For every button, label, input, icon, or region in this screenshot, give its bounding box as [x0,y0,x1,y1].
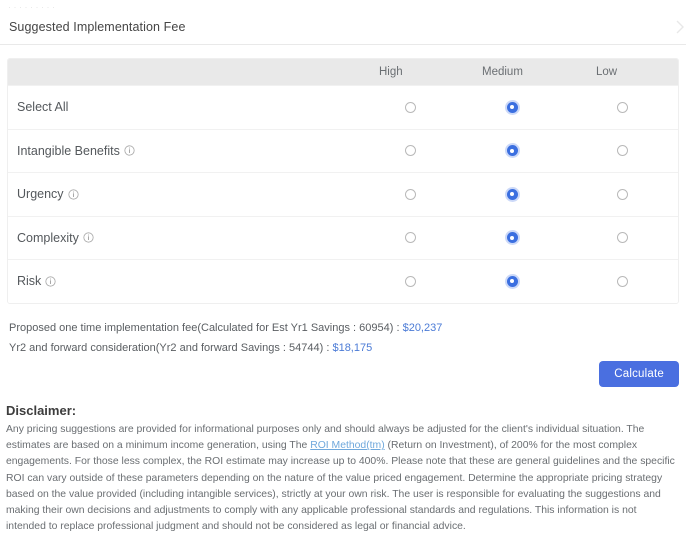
row-label-intangible-benefits: Intangible Benefits [8,144,360,158]
info-icon[interactable] [45,276,56,287]
radio-complexity-high[interactable] [404,232,416,244]
radio-risk-medium[interactable] [506,275,518,287]
disclaimer-text-part2: (Return on Investment), of 200% for the … [6,440,675,533]
info-icon[interactable] [83,232,94,243]
fee-summary: Proposed one time implementation fee(Cal… [9,318,669,358]
table-row: Intangible Benefits [8,128,678,172]
radio-select-all-high[interactable] [404,101,416,113]
column-header-medium: Medium [482,66,523,78]
radio-cell-complexity-medium[interactable] [460,232,564,244]
table-row: Select All [8,85,678,129]
fee-line-year2: Yr2 and forward consideration(Yr2 and fo… [9,338,669,358]
radio-cell-complexity-low[interactable] [564,232,678,244]
fee-line-year2-text: Yr2 and forward consideration(Yr2 and fo… [9,342,333,354]
calculate-button-wrapper: Calculate [599,361,679,387]
radio-cell-urgency-low[interactable] [564,188,678,200]
info-icon[interactable] [67,189,79,200]
column-header-low: Low [596,66,618,78]
disclaimer-title: Disclaimer: [6,403,77,418]
table-header-row: High Medium Low [8,59,678,85]
disclaimer-body: Any pricing suggestions are provided for… [6,422,678,535]
page-title: Suggested Implementation Fee [9,19,186,34]
radio-cell-risk-medium[interactable] [460,275,564,287]
row-label-complexity: Complexity [8,231,360,245]
radio-cell-intangible-benefits-medium[interactable] [460,145,564,157]
radio-cell-complexity-high[interactable] [360,232,460,244]
radio-cell-intangible-benefits-high[interactable] [360,145,460,157]
radio-cell-risk-high[interactable] [360,275,460,287]
row-label-risk: Risk [8,274,360,288]
table-row: Complexity [8,215,678,259]
fee-line-year1: Proposed one time implementation fee(Cal… [9,318,669,338]
radio-cell-urgency-medium[interactable] [460,188,564,200]
column-header-high: High [379,66,403,78]
table-row: Urgency [8,172,678,216]
radio-urgency-low[interactable] [616,188,628,200]
radio-intangible-benefits-high[interactable] [404,145,416,157]
radio-risk-high[interactable] [404,275,416,287]
roi-method-link[interactable]: ROI Method(tm) [310,440,384,451]
row-label-select-all: Select All [17,100,69,115]
info-icon[interactable] [124,145,135,156]
criteria-table: High Medium Low Select All Intangible Be… [7,58,679,304]
radio-intangible-benefits-low[interactable] [616,145,628,157]
radio-risk-low[interactable] [616,275,628,287]
radio-intangible-benefits-medium[interactable] [506,145,518,157]
table-row: Risk [8,259,678,303]
radio-cell-select-all-low[interactable] [564,101,678,113]
radio-cell-intangible-benefits-low[interactable] [564,145,678,157]
radio-select-all-low[interactable] [616,101,628,113]
radio-urgency-high[interactable] [404,188,416,200]
fee-amount-year1: $20,237 [402,322,443,334]
radio-cell-urgency-high[interactable] [360,188,460,200]
fee-amount-year2: $18,175 [332,342,373,354]
radio-cell-risk-low[interactable] [564,275,678,287]
fee-line-year1-text: Proposed one time implementation fee(Cal… [9,322,403,334]
radio-complexity-low[interactable] [616,232,628,244]
radio-cell-select-all-medium[interactable] [460,101,564,113]
chevron-right-icon[interactable] [675,19,685,35]
calculate-button[interactable]: Calculate [599,361,679,387]
radio-cell-select-all-high[interactable] [360,101,460,113]
disclaimer-section: Disclaimer: Any pricing suggestions are … [6,403,678,535]
panel-header: Suggested Implementation Fee [0,9,686,45]
radio-select-all-medium[interactable] [506,101,518,113]
radio-urgency-medium[interactable] [506,188,518,200]
radio-complexity-medium[interactable] [506,232,518,244]
row-label-urgency: Urgency [8,187,360,201]
